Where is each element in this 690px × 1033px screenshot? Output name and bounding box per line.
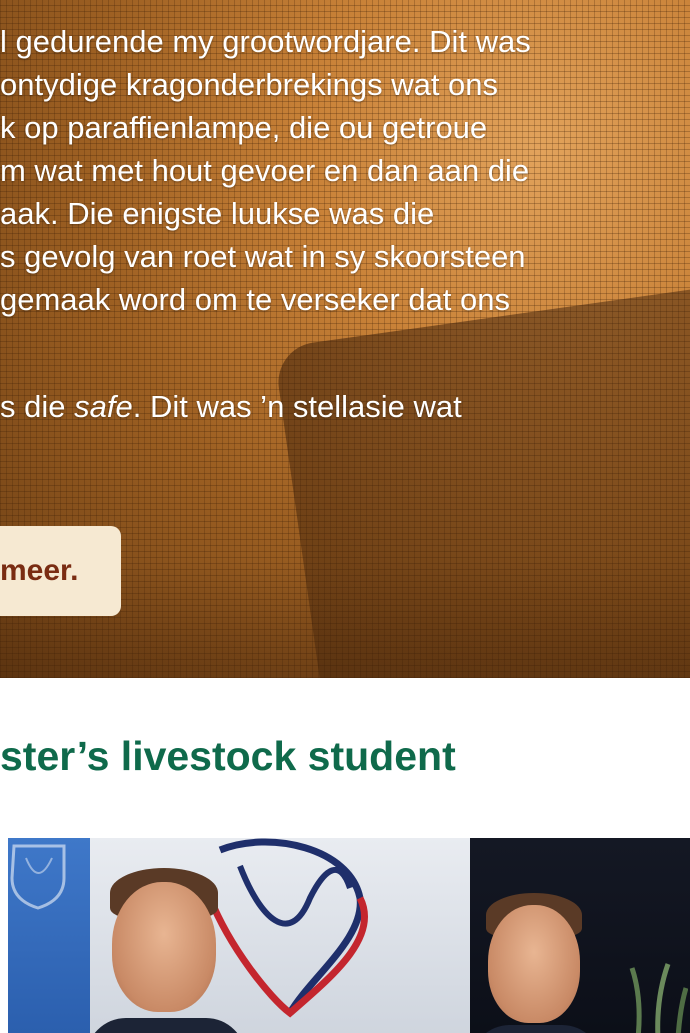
excerpt-line: ontydige kragonderbrekings wat ons xyxy=(0,67,499,102)
excerpt-line: m wat met hout gevoer en dan aan die xyxy=(0,153,530,188)
excerpt-line: gemaak word om te verseker dat ons xyxy=(0,282,511,317)
excerpt-line: l gedurende my grootwordjare. Dit was xyxy=(0,24,531,59)
person-left xyxy=(86,868,246,1033)
excerpt-line: s die safe. Dit was ’n stellasie wat xyxy=(0,385,660,428)
excerpt-emphasis: safe xyxy=(74,389,133,424)
photo-blue-banner xyxy=(8,838,90,1033)
section-title[interactable]: ster’s livestock student xyxy=(0,733,456,780)
university-crest-icon xyxy=(10,844,66,910)
excerpt-line: aak. Die enigste luukse was die xyxy=(0,196,435,231)
read-more-label: meer. xyxy=(0,554,79,587)
hero-banner: l gedurende my grootwordjare. Dit was on… xyxy=(0,0,690,678)
read-more-button[interactable]: meer. xyxy=(0,526,121,616)
excerpt-line: k op paraffienlampe, die ou getroue xyxy=(0,110,488,145)
excerpt-text: . Dit was ’n stellasie wat xyxy=(132,389,462,424)
excerpt-line: s gevolg van roet wat in sy skoorsteen xyxy=(0,239,526,274)
excerpt-text: s die xyxy=(0,389,75,424)
article-excerpt: l gedurende my grootwordjare. Dit was on… xyxy=(0,20,660,428)
article-photo[interactable] xyxy=(8,838,690,1033)
person-right xyxy=(470,893,602,1033)
page: l gedurende my grootwordjare. Dit was on… xyxy=(0,0,690,1033)
plant-icon xyxy=(629,963,688,1033)
